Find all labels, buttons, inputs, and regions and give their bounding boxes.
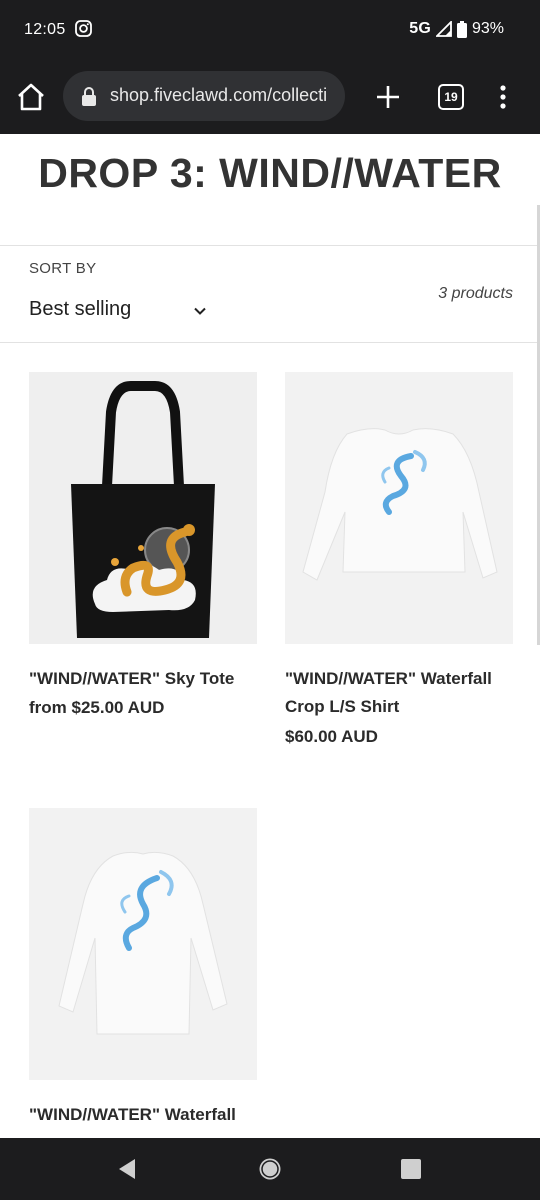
product-image-crop-shirt[interactable]	[285, 372, 513, 644]
status-right: 5G 93%	[409, 20, 504, 38]
divider-top	[0, 245, 540, 246]
chevron-down-icon	[194, 307, 206, 315]
network-label: 5G	[409, 20, 431, 37]
instagram-icon	[75, 20, 92, 37]
browser-toolbar: shop.fiveclawd.com/collecti 19	[0, 60, 540, 134]
battery-percent: 93%	[471, 20, 504, 37]
sort-value: Best selling	[29, 298, 132, 320]
divider-bottom	[0, 342, 540, 343]
lock-icon	[82, 87, 96, 106]
tab-switcher-button[interactable]: 19	[438, 84, 464, 110]
system-nav-bar	[0, 1138, 540, 1200]
more-menu-icon[interactable]	[496, 84, 510, 110]
recent-apps-icon[interactable]	[401, 1159, 421, 1179]
sort-dropdown[interactable]: Best selling	[29, 298, 219, 326]
page-title: DROP 3: WIND//WATER	[38, 150, 502, 196]
status-bar: 12:05 5G 93%	[0, 0, 540, 60]
home-icon[interactable]	[16, 82, 46, 112]
url-bar[interactable]: shop.fiveclawd.com/collecti	[63, 71, 345, 121]
battery-icon	[456, 20, 467, 38]
product-title[interactable]: "WIND//WATER" Waterfall	[29, 1101, 261, 1129]
product-price: from $25.00 AUD	[29, 698, 165, 717]
product-image-ls-shirt[interactable]	[29, 808, 257, 1080]
status-time: 12:05	[24, 21, 66, 38]
product-title[interactable]: "WIND//WATER" Waterfall Crop L/S Shirt	[285, 665, 517, 721]
new-tab-icon[interactable]	[375, 84, 401, 110]
product-price: $60.00 AUD	[285, 727, 378, 746]
product-count: 3 products	[438, 285, 513, 302]
back-icon[interactable]	[117, 1158, 137, 1180]
product-title[interactable]: "WIND//WATER" Sky Tote	[29, 665, 261, 693]
signal-icon	[435, 21, 452, 37]
home-nav-icon[interactable]	[258, 1157, 282, 1181]
sort-label: SORT BY	[29, 260, 97, 277]
url-text: shop.fiveclawd.com/collecti	[110, 85, 328, 105]
product-image-tote[interactable]	[29, 372, 257, 644]
